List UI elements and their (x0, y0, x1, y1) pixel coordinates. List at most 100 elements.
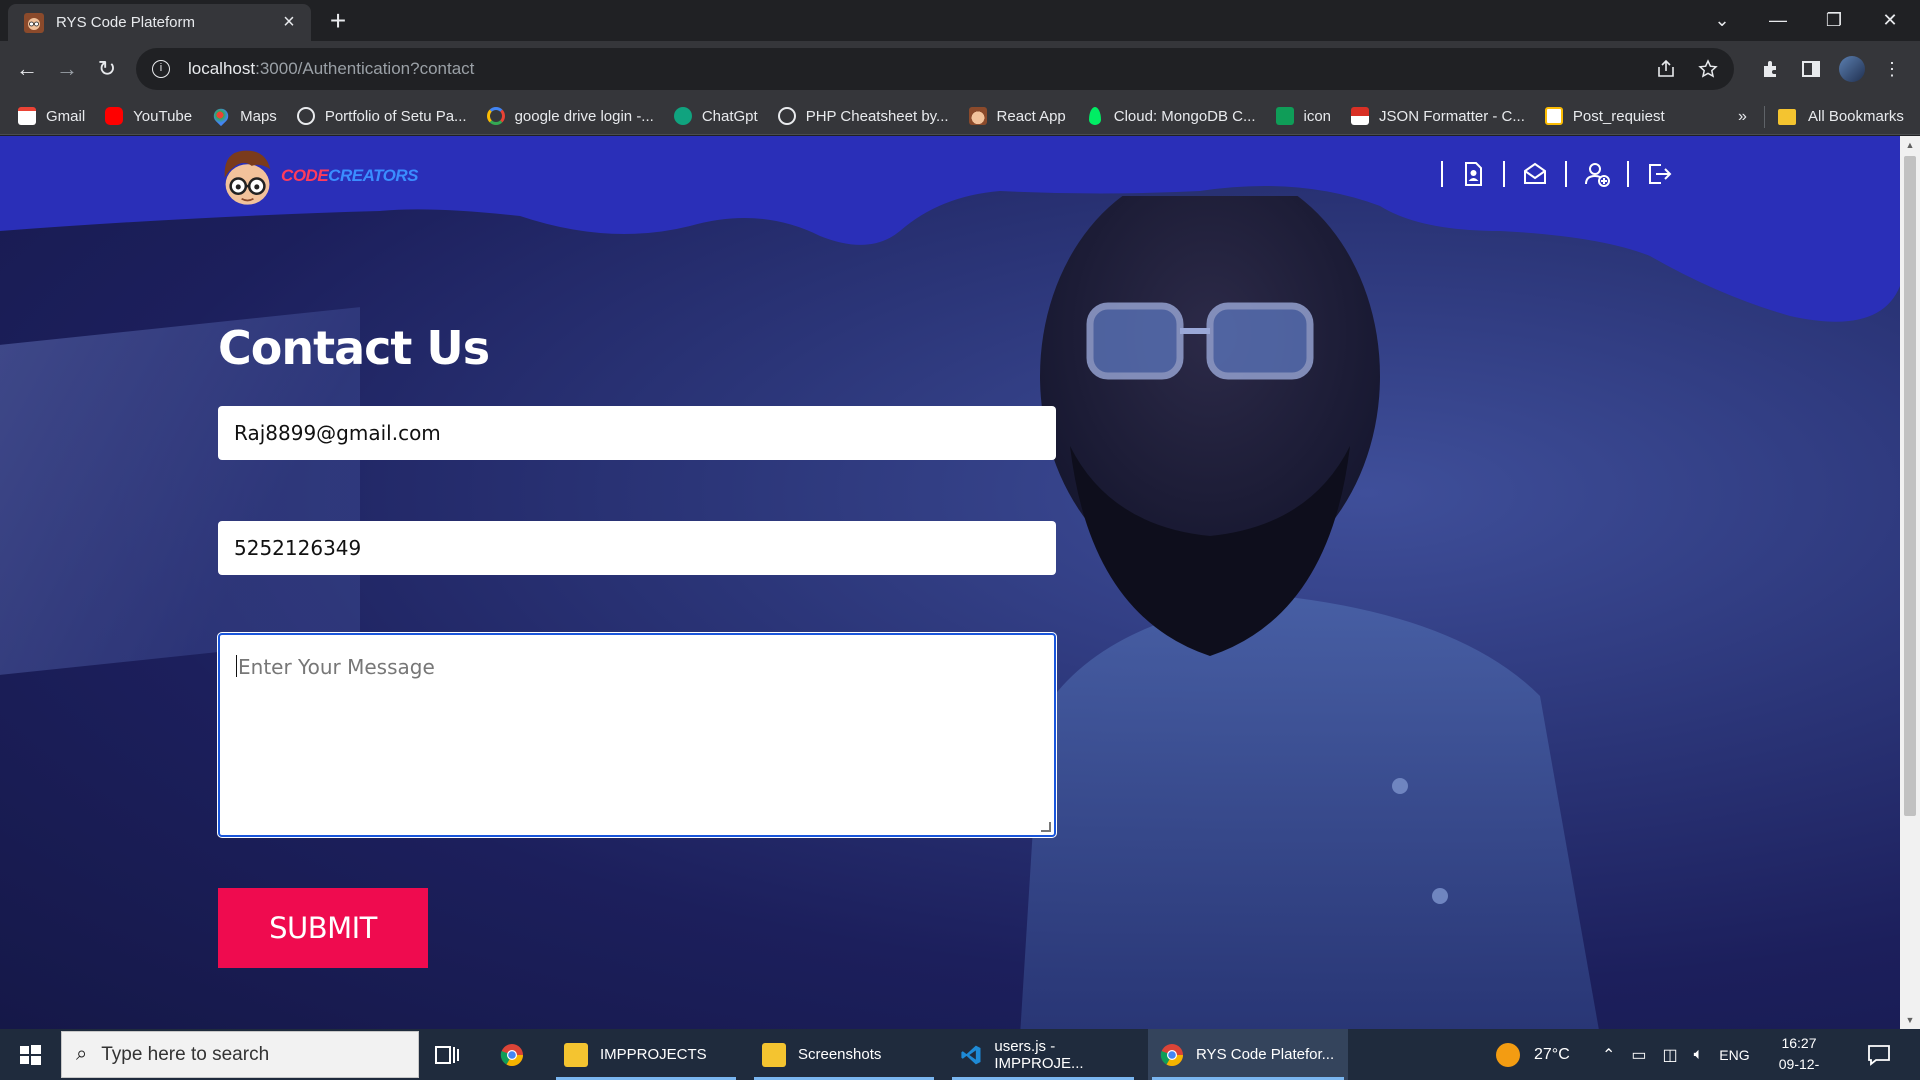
url-text: localhost:3000/Authentication?contact (188, 59, 475, 78)
more-bookmarks-chevron-icon[interactable]: » (1738, 98, 1747, 135)
reload-button[interactable]: ↻ (89, 51, 125, 87)
site-info-icon[interactable]: i (152, 60, 170, 78)
taskbar-app-impprojects[interactable]: IMPPROJECTS (552, 1029, 740, 1080)
profile-avatar[interactable] (1836, 53, 1868, 85)
submit-button[interactable]: SUBMIT (218, 888, 428, 968)
gmail-icon (18, 107, 36, 125)
chevron-up-icon[interactable]: ⌃ (1602, 1045, 1615, 1065)
taskbar-app-screenshots[interactable]: Screenshots (750, 1029, 938, 1080)
bookmark-youtube[interactable]: YouTube (105, 107, 192, 125)
weather-widget[interactable]: 27°C (1496, 1029, 1570, 1080)
new-tab-button[interactable]: + (322, 6, 354, 38)
bookmark-gmail[interactable]: Gmail (18, 107, 85, 125)
system-clock[interactable]: 16:27 09-12-2023 (1764, 1033, 1834, 1080)
scroll-up-arrow-icon[interactable]: ▲ (1900, 140, 1920, 150)
bookmark-react-app[interactable]: React App (968, 107, 1066, 125)
address-bar[interactable]: i localhost:3000/Authentication?contact (136, 48, 1734, 90)
text-caret (236, 655, 237, 677)
meet-now-icon[interactable]: ◫ (1663, 1045, 1678, 1065)
notifications-icon[interactable] (1866, 1042, 1892, 1068)
tab-close-icon[interactable]: × (279, 11, 299, 34)
browser-toolbar: ← → ↻ i localhost:3000/Authentication?co… (0, 41, 1920, 98)
restore-button[interactable]: ❐ (1806, 0, 1862, 40)
taskbar-app-chrome-rys[interactable]: RYS Code Platefor... (1148, 1029, 1348, 1080)
sun-icon (1496, 1042, 1520, 1067)
bookmark-google-drive-login[interactable]: google drive login -... (486, 107, 654, 125)
postman-icon (1544, 107, 1563, 125)
bookmark-icon[interactable]: icon (1275, 107, 1331, 125)
sheets-icon (1275, 107, 1294, 125)
header-nav (1425, 160, 1673, 188)
side-panel-icon[interactable] (1795, 53, 1827, 85)
folder-icon (762, 1042, 786, 1067)
globe-icon (296, 107, 315, 125)
tab-search-chevron-icon[interactable]: ⌄ (1694, 0, 1750, 40)
page-title: Contact Us (218, 321, 490, 375)
nav-divider (1565, 161, 1567, 187)
clock-date: 09-12-2023 (1778, 1056, 1820, 1080)
scrollbar-thumb[interactable] (1904, 156, 1916, 816)
system-tray: ⌃ ▭ ◫ 🔈︎ ENG (1602, 1029, 1750, 1080)
folder-icon (564, 1042, 588, 1067)
code-creators-mascot-icon (224, 150, 271, 205)
nav-divider (1441, 161, 1443, 187)
resize-handle-icon[interactable] (1041, 822, 1051, 832)
chrome-icon (1160, 1043, 1183, 1066)
language-indicator[interactable]: ENG (1719, 1047, 1749, 1063)
message-textarea[interactable]: Enter Your Message (218, 633, 1056, 837)
search-icon: ⌕ (76, 1043, 88, 1065)
search-placeholder: Type here to search (101, 1043, 270, 1065)
bookmark-mongodb[interactable]: Cloud: MongoDB C... (1086, 107, 1256, 125)
bookmark-portfolio[interactable]: Portfolio of Setu Pa... (296, 107, 467, 125)
mongodb-leaf-icon (1088, 107, 1101, 125)
bookmarks-bar: Gmail YouTube Maps Portfolio of Setu Pa.… (0, 98, 1920, 135)
back-button[interactable]: ← (9, 51, 45, 87)
bookmark-json-formatter[interactable]: JSON Formatter - C... (1351, 107, 1525, 125)
taskbar-search-box[interactable]: ⌕ Type here to search (61, 1031, 419, 1078)
contact-mail-icon[interactable] (1521, 160, 1549, 188)
bookmark-post-request[interactable]: Post_requiest (1544, 107, 1665, 125)
logo-wordmark: CODECREATORS (281, 166, 418, 185)
clock-time: 16:27 (1781, 1035, 1817, 1051)
windows-taskbar: ⌕ Type here to search IMPPROJECTS Screen… (0, 1029, 1920, 1080)
globe-icon (777, 107, 796, 125)
all-bookmarks-button[interactable]: All Bookmarks (1778, 98, 1904, 135)
taskbar-chrome-pinned[interactable] (488, 1029, 542, 1080)
chatgpt-icon (673, 107, 692, 125)
cartoon-avatar-favicon-icon (24, 12, 44, 33)
bookmark-star-icon[interactable] (1698, 59, 1718, 79)
phone-field[interactable]: 5252126349 (218, 521, 1056, 575)
bookmark-chatgpt[interactable]: ChatGpt (673, 107, 758, 125)
about-document-icon[interactable] (1459, 160, 1487, 188)
tab-rys-code-plateform[interactable]: RYS Code Plateform × (8, 4, 311, 41)
logout-icon[interactable] (1645, 160, 1673, 188)
site-logo[interactable]: CODECREATORS (218, 136, 418, 216)
bookmark-maps[interactable]: Maps (210, 105, 277, 127)
page-scrollbar[interactable]: ▲ ▼ (1900, 136, 1920, 1029)
add-user-icon[interactable] (1583, 160, 1611, 188)
taskbar-app-vscode[interactable]: users.js - IMPPROJE... (948, 1029, 1138, 1080)
forward-button[interactable]: → (49, 51, 85, 87)
minimize-button[interactable]: — (1750, 0, 1806, 40)
bookmarks-divider (1764, 106, 1765, 128)
bookmark-php-cheatsheet[interactable]: PHP Cheatsheet by... (777, 107, 949, 125)
browser-tab-strip: RYS Code Plateform × + ⌄ — ❐ ✕ (0, 0, 1920, 41)
task-view-icon[interactable] (434, 1041, 462, 1069)
scroll-down-arrow-icon[interactable]: ▼ (1900, 1015, 1920, 1025)
nav-divider (1503, 161, 1505, 187)
chrome-menu-icon[interactable]: ⋮ (1876, 53, 1908, 85)
tab-title: RYS Code Plateform (56, 14, 195, 31)
json-formatter-icon (1351, 107, 1370, 125)
youtube-icon (105, 107, 124, 125)
windows-start-icon[interactable] (0, 1029, 60, 1080)
maps-pin-icon (210, 105, 232, 127)
nav-divider (1627, 161, 1629, 187)
share-icon[interactable] (1656, 59, 1676, 79)
folder-icon (1778, 108, 1796, 125)
email-field[interactable]: Raj8899@gmail.com (218, 406, 1056, 460)
close-window-button[interactable]: ✕ (1862, 0, 1918, 40)
volume-icon[interactable]: 🔈︎ (1694, 1046, 1704, 1064)
battery-icon[interactable]: ▭ (1631, 1045, 1646, 1065)
extensions-puzzle-icon[interactable] (1755, 53, 1787, 85)
chrome-icon (500, 1043, 523, 1066)
